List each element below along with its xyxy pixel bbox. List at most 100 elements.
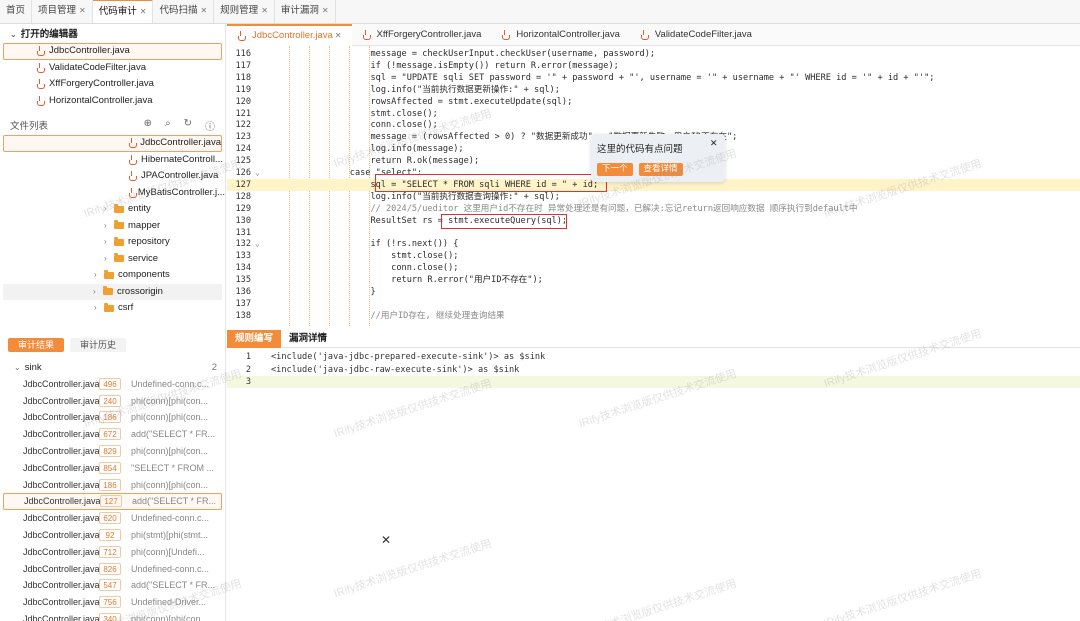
result-row[interactable]: JdbcController.java 186 phi(conn)[phi(con.… (3, 409, 222, 426)
tree-folder[interactable]: › service (0, 251, 225, 268)
result-desc: phi(conn)[phi(con... (131, 479, 209, 490)
top-tab[interactable]: 审计漏洞 ✕ (275, 0, 336, 23)
result-row[interactable]: JdbcController.java 547 add("SELECT * FR..… (3, 577, 222, 594)
open-editor-item[interactable]: HorizontalController.java (0, 93, 225, 110)
open-editor-item[interactable]: JdbcController.java (3, 43, 222, 60)
result-tab[interactable]: 审计历史 (70, 337, 127, 352)
tree-folder[interactable]: › mapper (0, 218, 225, 235)
result-row[interactable]: JdbcController.java 340 phi(conn)[phi(con.… (3, 611, 222, 621)
tree-file[interactable]: JPAController.java (0, 168, 225, 185)
code-line: 120 rowsAffected = stmt.executeUpdate(sq… (227, 96, 1080, 108)
tree-folder[interactable]: › components (0, 267, 225, 284)
result-desc: phi(conn)[phi(con... (131, 412, 209, 423)
chevron-down-icon[interactable]: ⌄ (255, 238, 267, 250)
chevron-down-icon[interactable]: ⌄ (255, 167, 267, 179)
top-tab[interactable]: 规则管理 ✕ (214, 0, 275, 23)
tree-file[interactable]: MyBatisController.j... (0, 185, 225, 202)
result-row[interactable]: JdbcController.java 756 Undefined-Driver..… (3, 594, 222, 611)
top-tab[interactable]: 代码审计 ✕ (92, 0, 154, 24)
line-number: 125 (235, 156, 251, 167)
refresh-icon[interactable]: ↻ (184, 118, 192, 133)
java-file-icon (128, 154, 137, 165)
chevron-down-icon: ⌄ (10, 30, 17, 39)
line-number: 130 (235, 215, 251, 226)
result-file: JdbcController.java (23, 513, 100, 524)
result-row[interactable]: JdbcController.java 712 phi(conn)[Undefi..… (3, 543, 222, 560)
result-row[interactable]: JdbcController.java 826 Undefined-conn.c..… (3, 560, 222, 577)
top-tab[interactable]: 项目管理 ✕ (32, 0, 93, 23)
result-file: JdbcController.java (23, 462, 100, 473)
locate-icon[interactable]: ⊕ (144, 118, 152, 133)
result-row[interactable]: JdbcController.java 127 add("SELECT * FR..… (3, 493, 222, 510)
code-editor[interactable]: 116 message = checkUserInput.checkUser(u… (227, 46, 1080, 326)
bottom-tab[interactable]: 规则编写 (227, 330, 282, 348)
folder-icon (114, 236, 124, 246)
close-icon[interactable]: ✕ (79, 0, 86, 23)
line-number: 138 (235, 310, 251, 321)
sink-group[interactable]: ⌄ sink 2 (0, 360, 225, 376)
result-row[interactable]: JdbcController.java 240 phi(conn)[phi(con.… (3, 392, 222, 409)
popup-text: 这里的代码有点问题 (597, 144, 683, 155)
result-line-badge: 620 (99, 512, 121, 525)
java-file-icon (640, 30, 649, 40)
editor-tab[interactable]: ValidateCodeFilter.java (630, 24, 762, 46)
line-number: 2 (245, 364, 251, 375)
line-number: 137 (235, 298, 251, 309)
top-tab[interactable]: 代码扫描 ✕ (153, 0, 215, 23)
close-icon[interactable]: ✕ (335, 25, 342, 47)
view-detail-button[interactable]: 查看详情 (638, 163, 683, 176)
editor-tab[interactable]: JdbcController.java ✕ (227, 24, 352, 46)
result-file: JdbcController.java (24, 496, 101, 507)
result-row[interactable]: JdbcController.java 496 Undefined-conn.c..… (3, 376, 222, 393)
result-row[interactable]: JdbcController.java 186 phi(conn)[phi(con.… (3, 476, 222, 493)
close-icon[interactable]: ✕ (140, 0, 147, 24)
rule-editor[interactable]: 1 <include('java-jdbc-prepared-execute-si… (227, 348, 1080, 621)
close-icon[interactable]: ✕ (261, 0, 268, 23)
close-icon[interactable]: ✕ (710, 136, 717, 149)
result-row[interactable]: JdbcController.java 829 phi(conn)[phi(con.… (3, 443, 222, 460)
folder-icon (114, 253, 124, 263)
editor-tab[interactable]: HorizontalController.java (491, 24, 630, 46)
chevron-right-icon: › (94, 303, 97, 312)
code-line: 135 return R.error("用户ID不存在"); (227, 274, 1080, 286)
line-number: 127 (235, 179, 251, 190)
folder-icon (103, 286, 113, 296)
left-panel: ⌄ 打开的编辑器 JdbcController.java ValidateCode… (0, 24, 226, 621)
tree-folder[interactable]: › entity (0, 201, 225, 218)
close-icon[interactable]: ✕ (200, 0, 207, 23)
code-line: 137 (227, 298, 1080, 310)
tree-file[interactable]: JdbcController.java (3, 135, 222, 152)
result-desc: add("SELECT * FR... (132, 496, 216, 507)
result-row[interactable]: JdbcController.java 672 add("SELECT * FR..… (3, 426, 222, 443)
next-button[interactable]: 下一个 (597, 163, 633, 176)
open-editor-item[interactable]: XffForgeryController.java (0, 76, 225, 93)
folder-icon (104, 269, 114, 279)
open-editors-header[interactable]: ⌄ 打开的编辑器 (0, 27, 225, 43)
search-icon[interactable]: ⌕ (165, 118, 171, 133)
tree-folder[interactable]: › repository (0, 234, 225, 251)
code-text: message = checkUserInput.checkUser(usern… (267, 49, 656, 59)
audit-results-list: JdbcController.java 496 Undefined-conn.c..… (0, 376, 225, 621)
close-icon[interactable]: ✕ (322, 0, 329, 23)
result-line-badge: 826 (99, 562, 121, 575)
result-file: JdbcController.java (23, 546, 100, 557)
result-desc: Undefined-conn.c... (131, 513, 210, 524)
open-editor-item[interactable]: ValidateCodeFilter.java (0, 60, 225, 77)
line-number: 126 (235, 168, 251, 178)
tree-folder[interactable]: › csrf (0, 300, 225, 317)
code-line: 133 stmt.close(); (227, 250, 1080, 262)
sink-count: 2 (211, 362, 217, 373)
result-file: JdbcController.java (23, 614, 100, 621)
bottom-tab[interactable]: 漏洞详情 (281, 330, 335, 348)
tree-file[interactable]: HibernateControll... (0, 152, 225, 169)
top-tab[interactable]: 首页 (0, 0, 33, 23)
result-row[interactable]: JdbcController.java 620 Undefined-conn.c..… (3, 510, 222, 527)
code-text: stmt.close(); (267, 108, 438, 119)
result-row[interactable]: JdbcController.java 92 phi(stmt)[phi(stmt.… (3, 527, 222, 544)
close-icon[interactable]: ✕ (381, 533, 391, 547)
info-icon[interactable]: ⓘ (205, 118, 215, 133)
result-row[interactable]: JdbcController.java 854 "SELECT * FROM ... (3, 459, 222, 476)
result-tab[interactable]: 审计结果 (8, 337, 65, 352)
editor-tab[interactable]: XffForgeryController.java (352, 24, 492, 46)
tree-folder[interactable]: › crossorigin (3, 283, 222, 300)
